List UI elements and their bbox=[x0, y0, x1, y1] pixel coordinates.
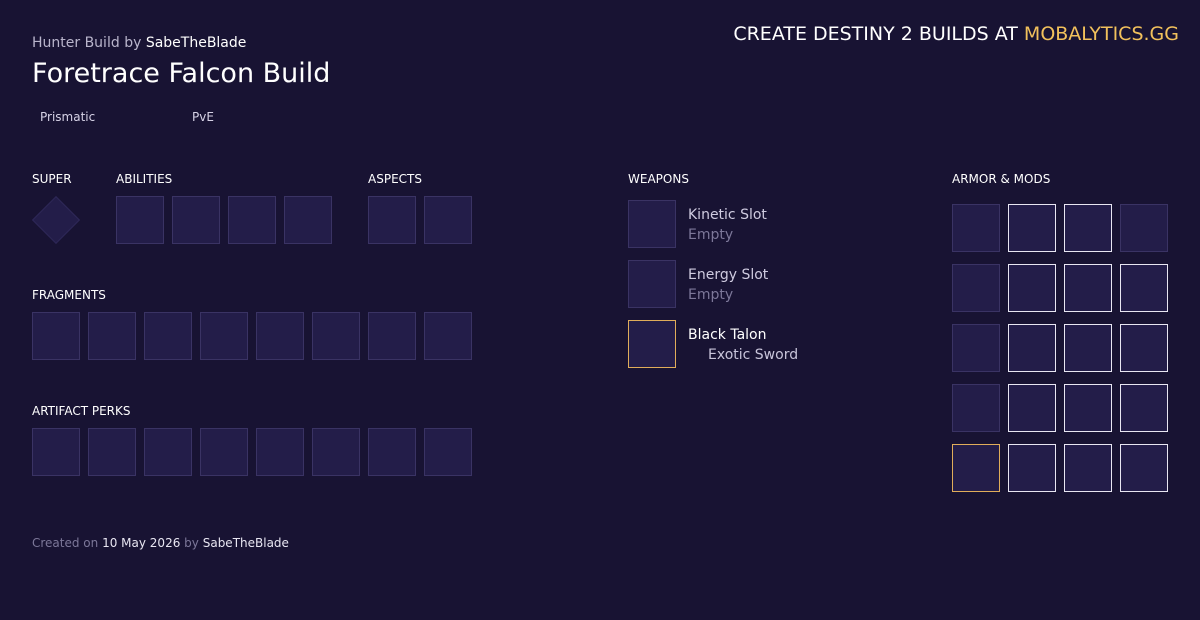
mod-slot[interactable] bbox=[1008, 264, 1056, 312]
page-title: Foretrace Falcon Build bbox=[32, 58, 331, 89]
tag-subclass: Prismatic bbox=[40, 110, 96, 124]
artifact-perk-slot[interactable] bbox=[368, 428, 416, 476]
armor-slot[interactable] bbox=[952, 204, 1000, 252]
promo-text: CREATE DESTINY 2 BUILDS AT bbox=[733, 23, 1018, 45]
weapon-slot-energy[interactable] bbox=[628, 260, 676, 308]
build-type-line: Hunter Build by SabeTheBlade bbox=[32, 35, 246, 51]
build-type: Hunter Build bbox=[32, 35, 120, 51]
aspect-slot[interactable] bbox=[368, 196, 416, 244]
ability-slot[interactable] bbox=[228, 196, 276, 244]
artifact-perk-slot[interactable] bbox=[256, 428, 304, 476]
artifact-perk-slot[interactable] bbox=[32, 428, 80, 476]
fragment-slot[interactable] bbox=[88, 312, 136, 360]
weapon-sub-exotic: Exotic Sword bbox=[708, 347, 799, 363]
armor-slot-exotic[interactable] bbox=[952, 444, 1000, 492]
mod-slot[interactable] bbox=[1120, 444, 1168, 492]
fragment-slot[interactable] bbox=[144, 312, 192, 360]
weapon-slot-exotic[interactable] bbox=[628, 320, 676, 368]
mod-slot[interactable] bbox=[1064, 444, 1112, 492]
weapon-sub-kinetic: Empty bbox=[688, 227, 734, 243]
mod-slot[interactable] bbox=[1064, 204, 1112, 252]
mod-slot[interactable] bbox=[1120, 204, 1168, 252]
artifact-perk-slot[interactable] bbox=[144, 428, 192, 476]
brand-link[interactable]: MOBALYTICS.GG bbox=[1024, 23, 1179, 45]
abilities-label: ABILITIES bbox=[116, 172, 173, 186]
mod-slot[interactable] bbox=[1064, 264, 1112, 312]
aspects-label: ASPECTS bbox=[368, 172, 422, 186]
weapon-name-energy: Energy Slot bbox=[688, 267, 769, 283]
mod-slot[interactable] bbox=[1008, 384, 1056, 432]
aspect-slot[interactable] bbox=[424, 196, 472, 244]
artifact-perk-slot[interactable] bbox=[312, 428, 360, 476]
weapon-slot-kinetic[interactable] bbox=[628, 200, 676, 248]
weapon-sub-energy: Empty bbox=[688, 287, 734, 303]
weapon-name-exotic: Black Talon bbox=[688, 327, 767, 343]
mod-slot[interactable] bbox=[1120, 384, 1168, 432]
weapon-name-kinetic: Kinetic Slot bbox=[688, 207, 767, 223]
armor-slot[interactable] bbox=[952, 324, 1000, 372]
ability-slot[interactable] bbox=[284, 196, 332, 244]
created-date: 10 May 2026 bbox=[102, 536, 181, 550]
super-slot[interactable] bbox=[31, 195, 81, 245]
fragment-slot[interactable] bbox=[424, 312, 472, 360]
created-on-label: Created on bbox=[32, 536, 99, 550]
tag-mode: PvE bbox=[192, 110, 214, 124]
weapons-label: WEAPONS bbox=[628, 172, 689, 186]
mod-slot[interactable] bbox=[1008, 444, 1056, 492]
fragment-slot[interactable] bbox=[368, 312, 416, 360]
fragment-slot[interactable] bbox=[256, 312, 304, 360]
footer-by-word: by bbox=[184, 536, 199, 550]
mod-slot[interactable] bbox=[1008, 324, 1056, 372]
armor-slot[interactable] bbox=[952, 384, 1000, 432]
armor-mods-label: ARMOR & MODS bbox=[952, 172, 1051, 186]
mod-slot[interactable] bbox=[1008, 204, 1056, 252]
fragments-label: FRAGMENTS bbox=[32, 288, 106, 302]
footer-meta: Created on 10 May 2026 by SabeTheBlade bbox=[32, 536, 289, 550]
artifact-perk-slot[interactable] bbox=[200, 428, 248, 476]
fragment-slot[interactable] bbox=[200, 312, 248, 360]
mod-slot[interactable] bbox=[1064, 324, 1112, 372]
author-link[interactable]: SabeTheBlade bbox=[146, 35, 247, 51]
footer-author-link[interactable]: SabeTheBlade bbox=[203, 536, 289, 550]
artifact-perk-slot[interactable] bbox=[88, 428, 136, 476]
by-word: by bbox=[124, 35, 142, 51]
fragment-slot[interactable] bbox=[312, 312, 360, 360]
mod-slot[interactable] bbox=[1064, 384, 1112, 432]
mod-slot[interactable] bbox=[1120, 264, 1168, 312]
artifact-perk-slot[interactable] bbox=[424, 428, 472, 476]
ability-slot[interactable] bbox=[172, 196, 220, 244]
artifact-perks-label: ARTIFACT PERKS bbox=[32, 404, 131, 418]
promo-banner[interactable]: CREATE DESTINY 2 BUILDS AT MOBALYTICS.GG bbox=[733, 23, 1179, 45]
super-label: SUPER bbox=[32, 172, 72, 186]
fragment-slot[interactable] bbox=[32, 312, 80, 360]
ability-slot[interactable] bbox=[116, 196, 164, 244]
armor-slot[interactable] bbox=[952, 264, 1000, 312]
mod-slot[interactable] bbox=[1120, 324, 1168, 372]
